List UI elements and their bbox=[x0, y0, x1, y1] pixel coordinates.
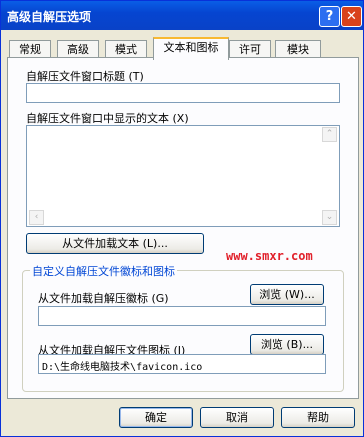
icon-group-title: 自定义自解压文件徽标和图标 bbox=[30, 263, 177, 279]
load-text-button[interactable]: 从文件加载文本 (L)... bbox=[26, 233, 204, 254]
window-text-label: 自解压文件窗口中显示的文本 (X) bbox=[26, 112, 189, 125]
window-title: 高级自解压选项 bbox=[7, 10, 92, 24]
tab-advanced[interactable]: 高级 bbox=[57, 40, 99, 58]
help-title-button[interactable]: ? bbox=[319, 6, 340, 27]
scroll-left-icon[interactable]: ‹ bbox=[29, 210, 44, 225]
question-icon: ? bbox=[325, 9, 334, 24]
tab-text-and-icon[interactable]: 文本和图标 bbox=[153, 37, 229, 60]
scroll-down-icon[interactable]: ⌄ bbox=[322, 210, 337, 225]
close-button[interactable]: ✕ bbox=[341, 6, 362, 27]
title-bar[interactable]: 高级自解压选项 ? ✕ bbox=[1, 1, 363, 30]
dialog-window: 高级自解压选项 ? ✕ 常规 高级 模式 文本和图标 许可 模块 自解压文件窗口… bbox=[0, 0, 364, 437]
browse-logo-button[interactable]: 浏览 (W)... bbox=[250, 284, 324, 305]
cancel-button[interactable]: 取消 bbox=[200, 407, 274, 428]
tab-mode[interactable]: 模式 bbox=[105, 40, 147, 58]
ok-button[interactable]: 确定 bbox=[119, 407, 193, 428]
browse-icon-button[interactable]: 浏览 (B)... bbox=[250, 334, 324, 355]
watermark-text: www.smxr.com bbox=[226, 249, 313, 263]
help-button[interactable]: 帮助 bbox=[281, 407, 355, 428]
tab-modules[interactable]: 模块 bbox=[275, 40, 321, 58]
tab-license[interactable]: 许可 bbox=[229, 40, 271, 58]
tab-general[interactable]: 常规 bbox=[9, 40, 51, 58]
window-title-label: 自解压文件窗口标题 (T) bbox=[26, 70, 144, 83]
close-icon: ✕ bbox=[346, 9, 357, 24]
logo-file-input[interactable] bbox=[38, 306, 326, 326]
tab-panel: 自解压文件窗口标题 (T) 自解压文件窗口中显示的文本 (X) ⌃ ⌄ ‹ 从文… bbox=[7, 57, 359, 399]
logo-label: 从文件加载自解压徽标 (G) bbox=[38, 292, 169, 305]
scroll-up-icon[interactable]: ⌃ bbox=[322, 127, 337, 142]
window-title-input[interactable] bbox=[26, 83, 340, 103]
tab-bar: 常规 高级 模式 文本和图标 许可 模块 bbox=[7, 37, 357, 60]
window-text-area[interactable]: ⌃ ⌄ ‹ bbox=[26, 125, 340, 227]
icon-file-input[interactable]: D:\生命线电脑技术\favicon.ico bbox=[38, 354, 326, 374]
